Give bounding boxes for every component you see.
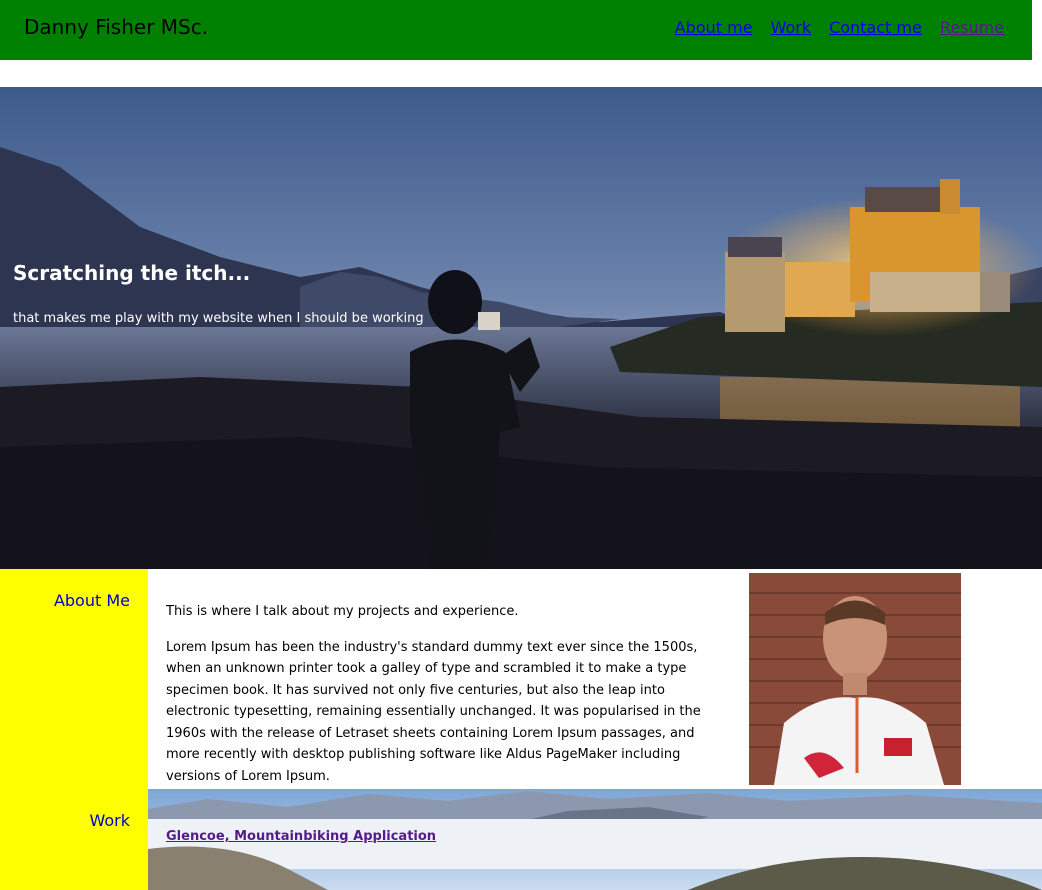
nav-link-contact[interactable]: Contact me xyxy=(829,18,922,37)
about-content: This is where I talk about my projects a… xyxy=(166,601,731,801)
profile-photo-image xyxy=(749,573,961,785)
profile-photo xyxy=(749,573,961,785)
hero-banner: Scratching the itch... that makes me pla… xyxy=(0,87,1042,569)
nav-link-work[interactable]: Work xyxy=(771,18,812,37)
work-project-link[interactable]: Glencoe, Mountainbiking Application xyxy=(166,829,436,844)
about-body-paragraph: Lorem Ipsum has been the industry's stan… xyxy=(166,639,701,784)
work-section-label: Work xyxy=(89,811,130,830)
site-header: Danny Fisher MSc. About me Work Contact … xyxy=(0,0,1032,60)
site-title: Danny Fisher MSc. xyxy=(24,15,209,39)
about-intro-paragraph: This is where I talk about my projects a… xyxy=(166,604,519,619)
hero-heading: Scratching the itch... xyxy=(13,261,251,285)
hero-photo xyxy=(0,87,1042,569)
section-sidebar: About Me Work xyxy=(0,569,148,890)
nav-link-resume[interactable]: Resume xyxy=(940,18,1004,37)
about-section-label: About Me xyxy=(53,591,130,610)
hero-subheading: that makes me play with my website when … xyxy=(13,311,424,326)
main-nav: About me Work Contact me Resume xyxy=(675,18,1004,37)
nav-link-about[interactable]: About me xyxy=(675,18,753,37)
